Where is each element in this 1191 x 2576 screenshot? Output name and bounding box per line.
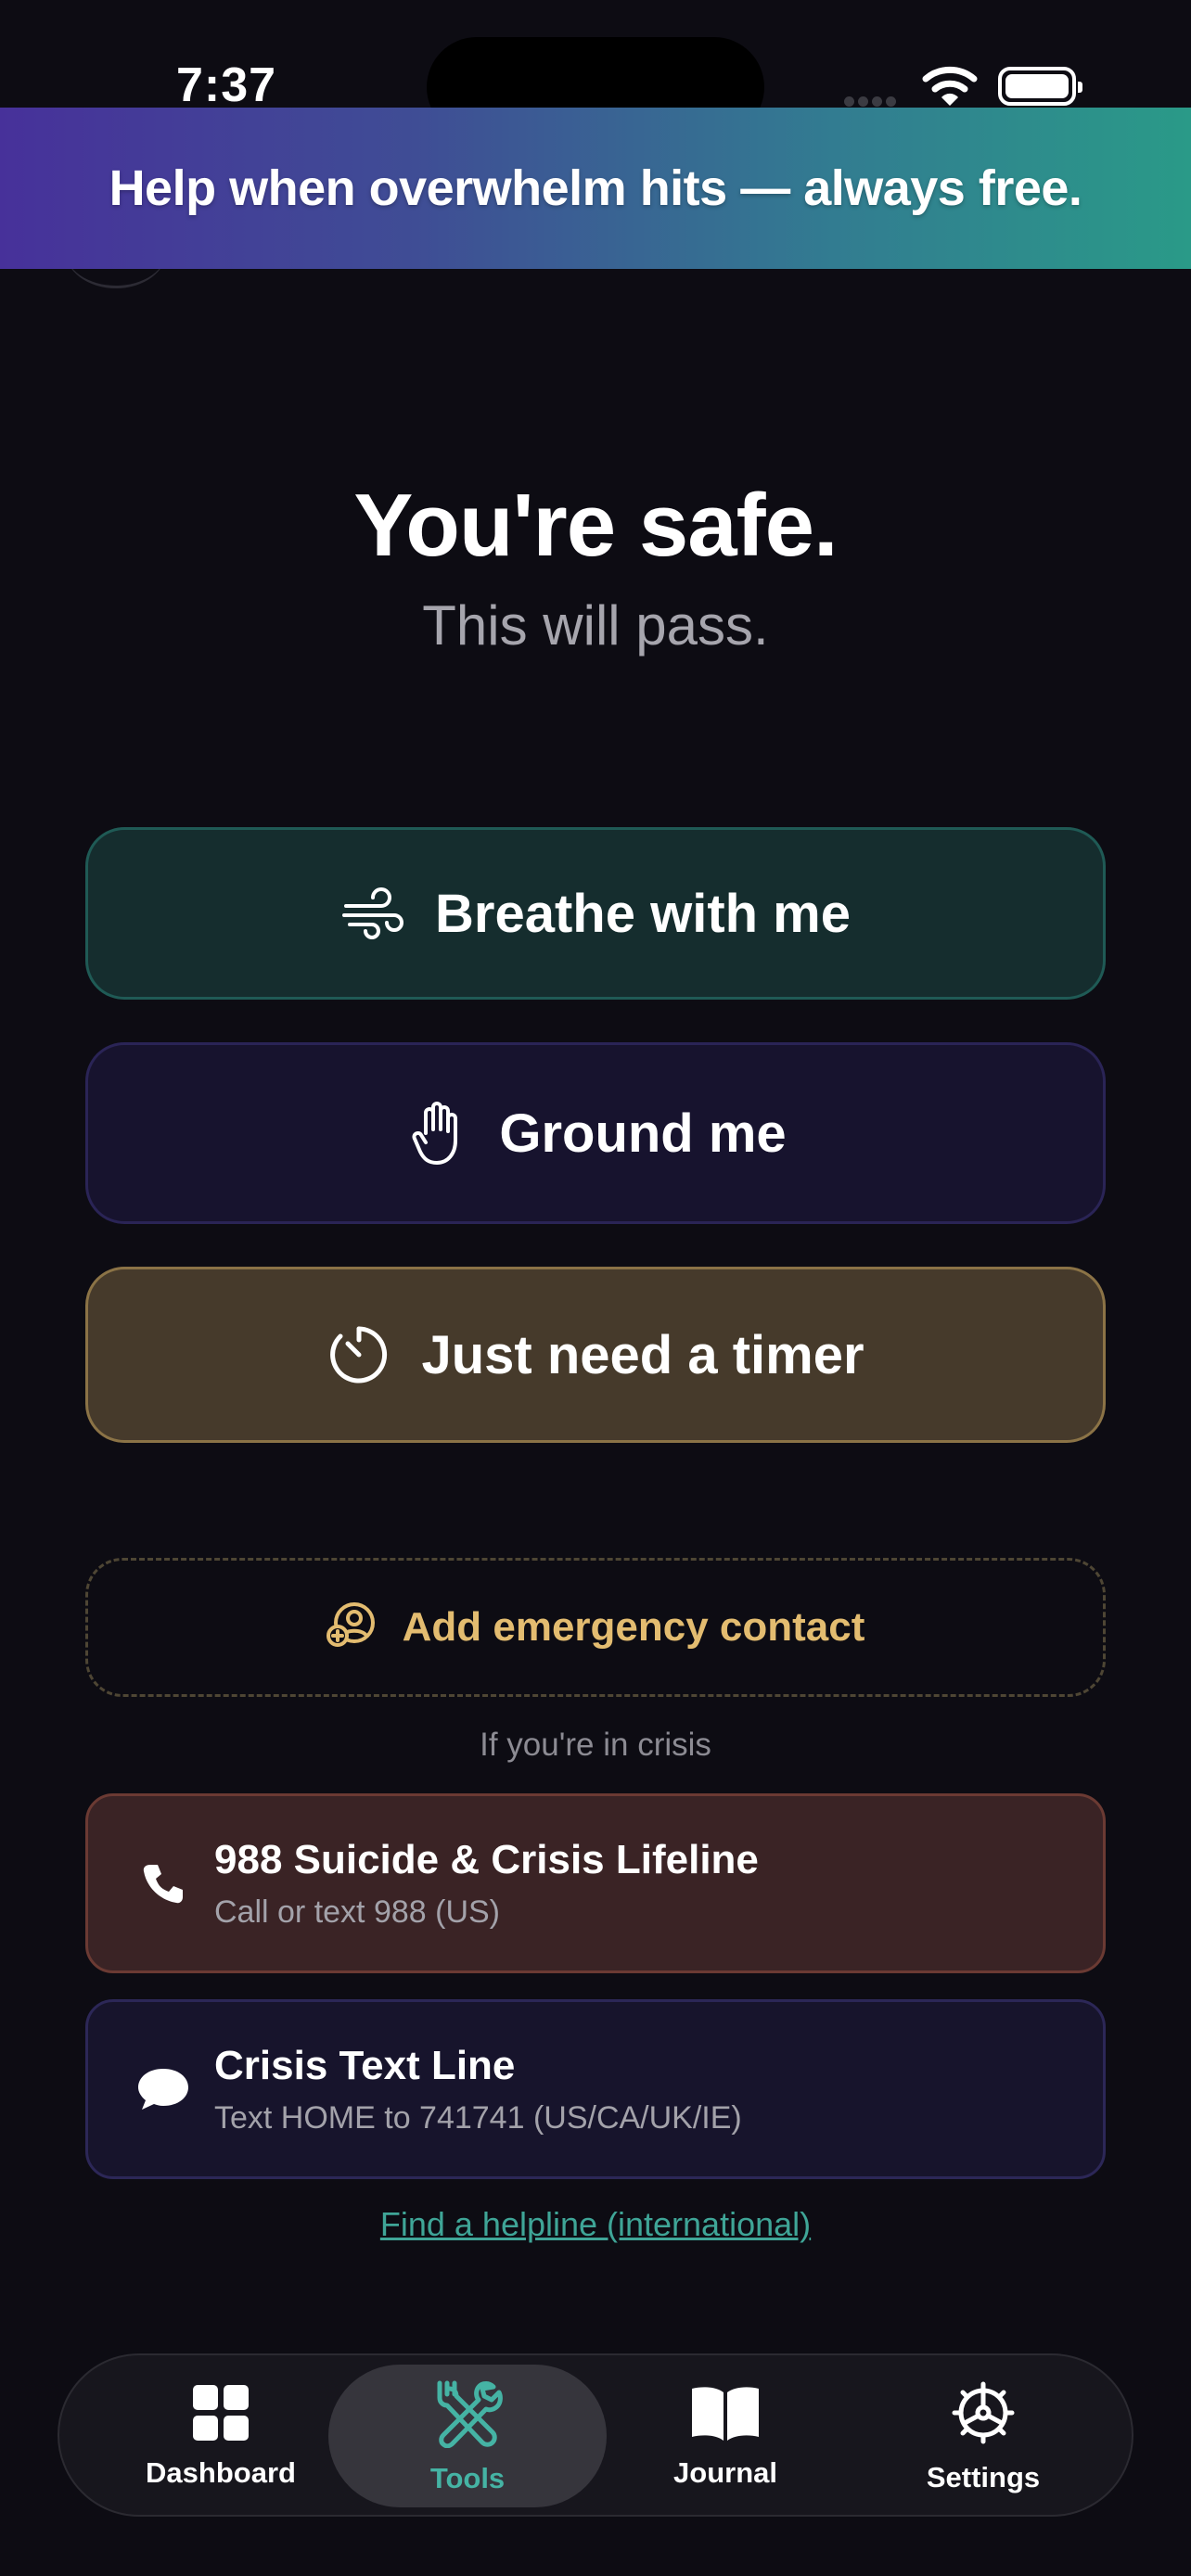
tab-tools-label: Tools	[429, 2461, 506, 2494]
hand-icon	[404, 1101, 469, 1166]
tab-journal[interactable]: Journal	[586, 2365, 864, 2507]
lifeline-card[interactable]: 988 Suicide & Crisis Lifeline Call or te…	[85, 1793, 1106, 1973]
textline-subtitle: Text HOME to 741741 (US/CA/UK/IE)	[214, 2099, 742, 2136]
tab-bar: Dashboard Tools Journal Settings	[58, 2353, 1133, 2517]
phone-icon	[131, 1861, 196, 1906]
ground-label: Ground me	[499, 1103, 787, 1164]
add-contact-icon	[326, 1601, 378, 1653]
page-subtitle: This will pass.	[422, 594, 769, 657]
chat-bubble-icon	[131, 2066, 196, 2112]
wind-icon	[340, 881, 405, 946]
timer-button[interactable]: Just need a timer	[85, 1267, 1106, 1443]
crisis-heading: If you're in crisis	[480, 1727, 711, 1763]
tools-icon	[432, 2378, 503, 2453]
add-emergency-contact-label: Add emergency contact	[402, 1604, 865, 1650]
tab-settings[interactable]: Settings	[844, 2365, 1122, 2507]
tab-dashboard-label: Dashboard	[146, 2455, 296, 2489]
international-helpline-link[interactable]: Find a helpline (international)	[0, 2205, 1191, 2244]
tab-tools[interactable]: Tools	[328, 2365, 607, 2507]
timer-label: Just need a timer	[421, 1324, 864, 1385]
tab-dashboard[interactable]: Dashboard	[82, 2365, 360, 2507]
wifi-icon	[922, 63, 978, 108]
gear-icon	[949, 2378, 1018, 2452]
grid-icon	[191, 2383, 250, 2447]
textline-card[interactable]: Crisis Text Line Text HOME to 741741 (US…	[85, 1999, 1106, 2179]
page-title: You're safe.	[353, 476, 838, 575]
breathe-button[interactable]: Breathe with me	[85, 827, 1106, 1000]
timer-icon	[327, 1322, 391, 1387]
lifeline-title: 988 Suicide & Crisis Lifeline	[214, 1836, 759, 1882]
tab-settings-label: Settings	[926, 2460, 1041, 2493]
ground-button[interactable]: Ground me	[85, 1042, 1106, 1224]
battery-icon	[998, 67, 1082, 106]
book-icon	[688, 2383, 762, 2447]
textline-title: Crisis Text Line	[214, 2042, 516, 2088]
lifeline-subtitle: Call or text 988 (US)	[214, 1894, 500, 1930]
tab-journal-label: Journal	[673, 2455, 777, 2489]
breathe-label: Breathe with me	[435, 883, 851, 944]
banner-text: Help when overwhelm hits — always free.	[109, 160, 1082, 216]
add-emergency-contact-button[interactable]: Add emergency contact	[85, 1558, 1106, 1697]
status-time: 7:37	[176, 58, 277, 112]
promo-banner: Help when overwhelm hits — always free.	[0, 108, 1191, 269]
cellular-signal-icon	[844, 95, 905, 108]
